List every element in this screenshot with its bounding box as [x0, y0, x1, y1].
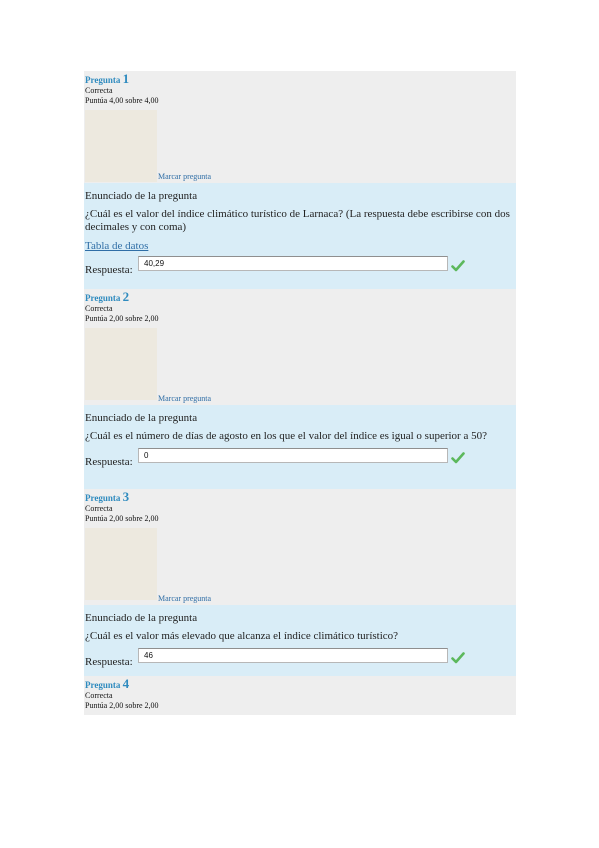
answer-row: Respuesta: 0 — [85, 448, 515, 468]
answer-input[interactable]: 0 — [138, 448, 448, 463]
flag-question-link[interactable]: Marcar pregunta — [158, 172, 211, 181]
answer-label: Respuesta: — [85, 656, 133, 668]
flag-box — [85, 110, 157, 182]
question-content-1: Enunciado de la pregunta ¿Cuál es el val… — [84, 183, 516, 289]
answer-row: Respuesta: 40,29 — [85, 256, 515, 276]
answer-input[interactable]: 46 — [138, 648, 448, 663]
question-grade: Puntúa 2,00 sobre 2,00 — [85, 701, 159, 710]
question-heading: Enunciado de la pregunta — [85, 412, 198, 424]
correct-check-icon — [451, 260, 465, 272]
answer-row: Respuesta: 46 — [85, 648, 515, 668]
question-info-2: Pregunta 2 Correcta Puntúa 2,00 sobre 2,… — [84, 289, 516, 405]
quiz-review: Pregunta 1 Correcta Puntúa 4,00 sobre 4,… — [84, 71, 516, 715]
correct-check-icon — [451, 452, 465, 464]
question-number: Pregunta 4 — [85, 676, 130, 691]
question-status: Correcta — [85, 691, 113, 700]
question-text: ¿Cuál es el número de días de agosto en … — [85, 430, 487, 442]
question-heading: Enunciado de la pregunta — [85, 190, 198, 202]
flag-box — [85, 328, 157, 400]
question-number: Pregunta 2 — [85, 289, 130, 304]
correct-check-icon — [451, 652, 465, 664]
flag-question-link[interactable]: Marcar pregunta — [158, 394, 211, 403]
question-heading: Enunciado de la pregunta — [85, 612, 198, 624]
question-status: Correcta — [85, 304, 113, 313]
answer-label: Respuesta: — [85, 456, 133, 468]
data-table-link[interactable]: Tabla de datos — [85, 240, 148, 252]
flag-question-link[interactable]: Marcar pregunta — [158, 594, 211, 603]
answer-label: Respuesta: — [85, 264, 133, 276]
question-info-4: Pregunta 4 Correcta Puntúa 2,00 sobre 2,… — [84, 676, 516, 715]
question-grade: Puntúa 2,00 sobre 2,00 — [85, 514, 159, 523]
question-grade: Puntúa 4,00 sobre 4,00 — [85, 96, 159, 105]
question-number: Pregunta 3 — [85, 489, 130, 504]
answer-input[interactable]: 40,29 — [138, 256, 448, 271]
question-status: Correcta — [85, 86, 113, 95]
question-status: Correcta — [85, 504, 113, 513]
question-grade: Puntúa 2,00 sobre 2,00 — [85, 314, 159, 323]
question-text: ¿Cuál es el valor más elevado que alcanz… — [85, 630, 399, 642]
question-info-3: Pregunta 3 Correcta Puntúa 2,00 sobre 2,… — [84, 489, 516, 605]
flag-box — [85, 528, 157, 600]
question-number: Pregunta 1 — [85, 71, 130, 86]
question-text: ¿Cuál es el valor del índice climático t… — [85, 208, 510, 233]
question-content-3: Enunciado de la pregunta ¿Cuál es el val… — [84, 605, 516, 676]
question-info-1: Pregunta 1 Correcta Puntúa 4,00 sobre 4,… — [84, 71, 516, 183]
question-content-2: Enunciado de la pregunta ¿Cuál es el núm… — [84, 405, 516, 489]
